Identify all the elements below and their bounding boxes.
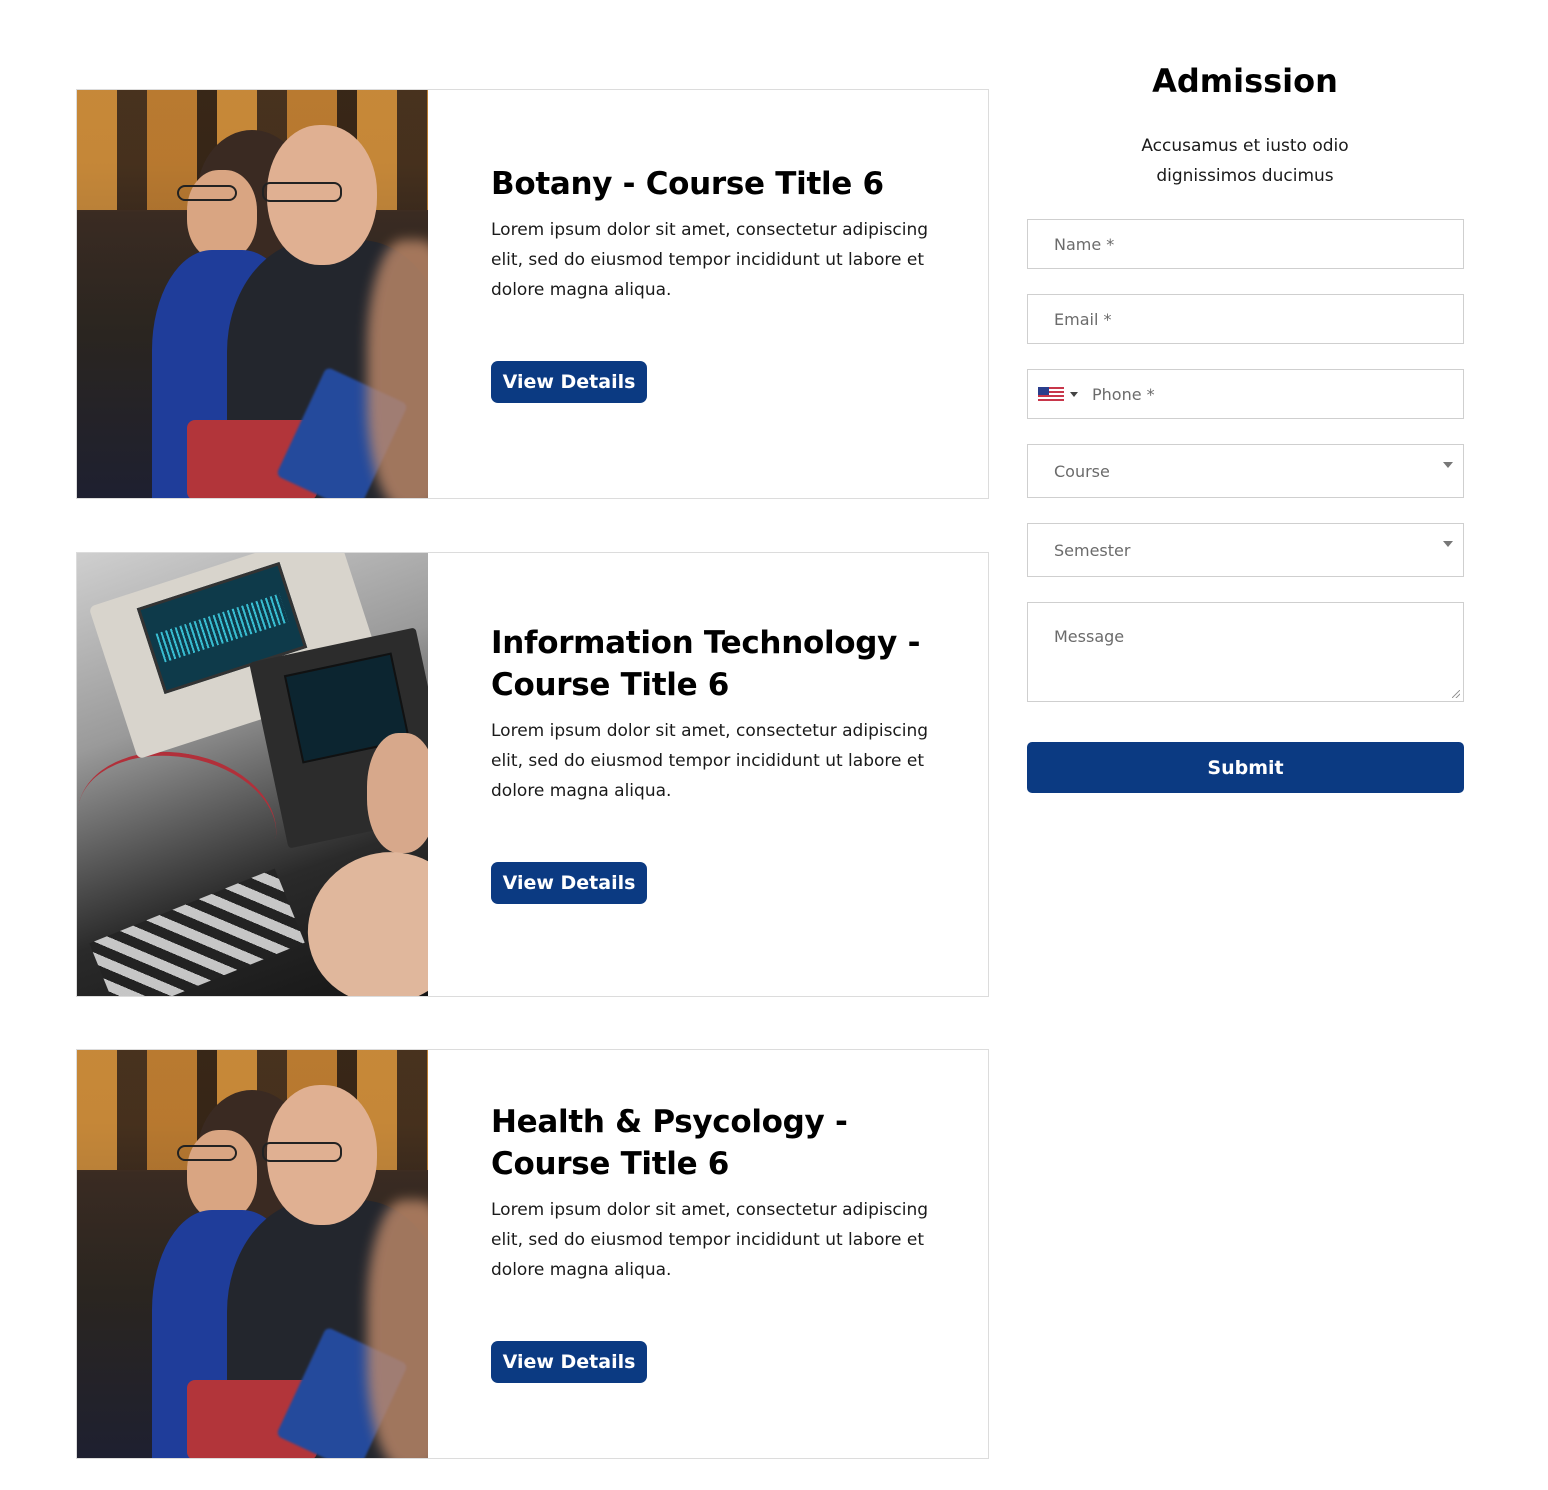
view-details-button[interactable]: View Details xyxy=(491,862,647,904)
phone-field[interactable]: Phone * xyxy=(1027,369,1464,419)
submit-button[interactable]: Submit xyxy=(1027,742,1464,793)
chevron-down-icon[interactable] xyxy=(1070,391,1078,397)
view-details-button[interactable]: View Details xyxy=(491,1341,647,1383)
course-card: Botany - Course Title 6 Lorem ipsum dolo… xyxy=(76,89,989,499)
admission-subtitle-line: Accusamus et iusto odio xyxy=(1141,136,1349,156)
us-flag-icon[interactable] xyxy=(1038,386,1064,402)
course-image xyxy=(77,90,428,498)
message-placeholder: Message xyxy=(1054,627,1125,646)
course-image xyxy=(77,553,428,996)
course-title: Botany - Course Title 6 xyxy=(491,166,884,202)
course-description: Lorem ipsum dolor sit amet, consectetur … xyxy=(491,1200,929,1280)
email-field[interactable]: Email * xyxy=(1027,294,1464,344)
course-card: Information Technology - Course Title 6 … xyxy=(76,552,989,997)
view-details-button[interactable]: View Details xyxy=(491,361,647,403)
course-card: Health & Psycology - Course Title 6 Lore… xyxy=(76,1049,989,1459)
admission-title: Admission xyxy=(1152,62,1338,100)
course-description: Lorem ipsum dolor sit amet, consectetur … xyxy=(491,721,929,801)
chevron-down-icon xyxy=(1443,462,1453,468)
phone-placeholder: Phone * xyxy=(1092,384,1155,404)
course-title: Information Technology - Course Title 6 xyxy=(491,625,921,703)
course-description: Lorem ipsum dolor sit amet, consectetur … xyxy=(491,220,929,300)
course-title: Health & Psycology - Course Title 6 xyxy=(491,1104,848,1182)
email-placeholder: Email * xyxy=(1054,309,1112,329)
semester-placeholder: Semester xyxy=(1054,540,1131,560)
course-content: Health & Psycology - Course Title 6 Lore… xyxy=(491,1101,931,1285)
resize-handle-icon[interactable] xyxy=(1452,690,1460,698)
admission-subtitle: Accusamus et iusto odio dignissimos duci… xyxy=(1026,131,1464,191)
semester-select[interactable]: Semester xyxy=(1027,523,1464,577)
chevron-down-icon xyxy=(1443,541,1453,547)
course-select[interactable]: Course xyxy=(1027,444,1464,498)
course-content: Information Technology - Course Title 6 … xyxy=(491,622,931,806)
name-placeholder: Name * xyxy=(1054,234,1115,254)
message-textarea[interactable]: Message xyxy=(1027,602,1464,702)
course-image xyxy=(77,1050,428,1458)
course-content: Botany - Course Title 6 Lorem ipsum dolo… xyxy=(491,163,931,305)
name-field[interactable]: Name * xyxy=(1027,219,1464,269)
admission-subtitle-line: dignissimos ducimus xyxy=(1156,166,1334,186)
course-placeholder: Course xyxy=(1054,461,1110,481)
